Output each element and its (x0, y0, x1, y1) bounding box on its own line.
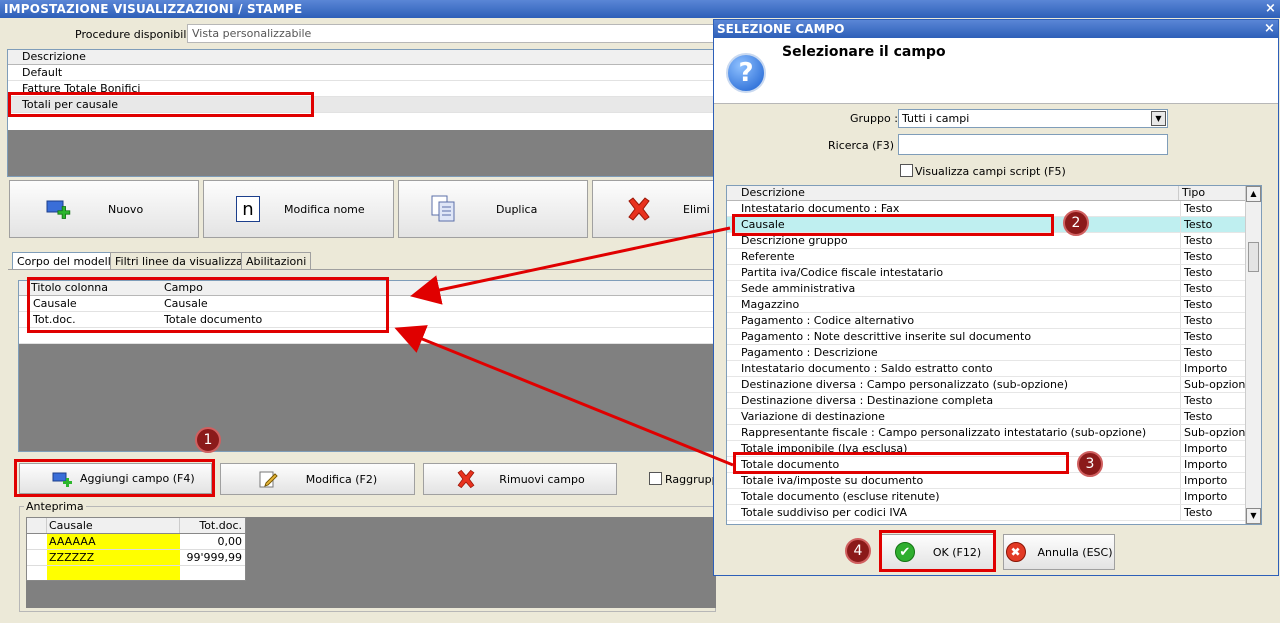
arrow-totale (394, 325, 734, 467)
annotation-arrows (394, 226, 734, 467)
step-marker-4: 4 (845, 538, 871, 564)
step-marker-1: 1 (195, 427, 221, 453)
step-marker-2: 2 (1063, 210, 1089, 236)
step-marker-3: 3 (1077, 451, 1103, 477)
arrow-causale (410, 226, 731, 305)
